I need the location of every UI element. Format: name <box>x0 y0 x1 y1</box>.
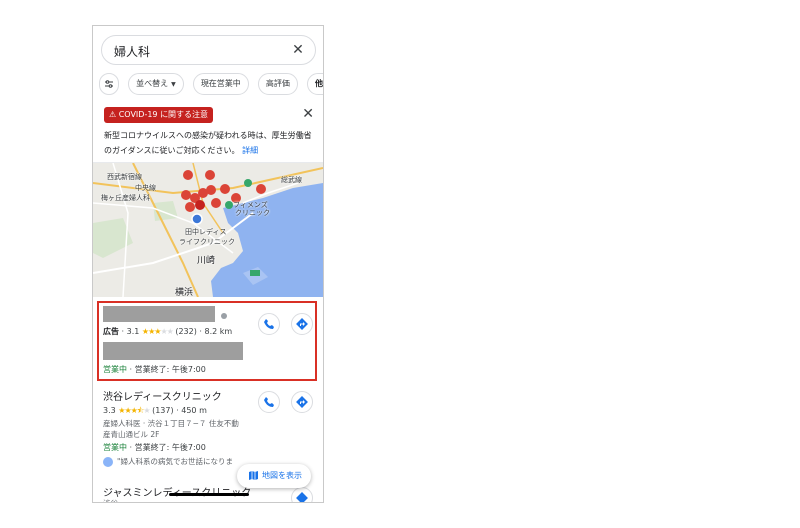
ad-rating-row: 広告 · 3.1 ★★★★★ (232) · 8.2 km <box>103 327 233 336</box>
directions-button[interactable] <box>291 487 313 502</box>
directions-button[interactable] <box>291 313 313 335</box>
map-label: ライフクリニック <box>179 238 235 246</box>
review-snippet: "婦人科系の病気でお世話になりま <box>103 456 233 467</box>
chip-sort-label: 並べ替え <box>136 79 169 88</box>
search-input[interactable] <box>114 41 284 61</box>
warning-icon: ⚠ <box>109 110 117 119</box>
close-time: 営業終了: 午後7:00 <box>134 443 206 452</box>
hours-status: 営業中 · 営業終了: 午後7:00 <box>103 365 206 374</box>
map-view[interactable]: 西武新宿線 中央線 梅ヶ丘産婦人科 田中レディス ライフクリニック 川崎 横浜 … <box>93 163 323 297</box>
map-label: 横浜 <box>175 288 194 297</box>
directions-button[interactable] <box>291 391 313 413</box>
show-map-label: 地図を表示 <box>262 471 302 480</box>
info-icon[interactable] <box>221 313 227 319</box>
map-label: 中央線 <box>135 184 156 192</box>
covid-badge: ⚠ COVID-19 に関する注意 <box>104 107 214 123</box>
review-count: (137) <box>152 406 174 415</box>
distance: 8.2 km <box>204 327 233 336</box>
map-label: クリニック <box>235 209 270 217</box>
sliders-icon <box>105 79 113 88</box>
star-rating: ★★★⯪★ <box>118 406 150 415</box>
chip-open-now[interactable]: 現在営業中 <box>192 73 249 95</box>
result-title[interactable]: 渋谷レディースクリニック <box>103 388 222 403</box>
avatar <box>103 457 113 467</box>
result-title[interactable]: ジャスミンレディースクリニック <box>103 484 251 499</box>
review-count: (232) <box>175 327 197 336</box>
hours-status: 営業中 · 営業終了: 午後7:00 <box>103 443 206 452</box>
chip-sort[interactable]: 並べ替え ▼ <box>128 73 184 95</box>
search-bar: ✕ <box>101 35 316 65</box>
chip-top-rated[interactable]: 高評価 <box>257 73 298 95</box>
chevron-down-icon: ▼ <box>171 81 176 88</box>
chip-more-filters[interactable]: 他のフィ <box>307 73 323 95</box>
covid-notice: ⚠ COVID-19 に関する注意 ✕ 新型コロナウイルスへの感染が疑われる時は… <box>93 102 323 163</box>
notice-detail-link[interactable]: 詳細 <box>242 146 258 155</box>
notice-text: 新型コロナウイルスへの感染が疑われる時は、厚生労働省のガイダンスに従いご対応くだ… <box>104 128 316 158</box>
distance: 450 m <box>181 406 207 415</box>
map-label: 川崎 <box>197 256 216 266</box>
map-label: 梅ヶ丘産婦人科 <box>101 194 150 202</box>
close-icon[interactable]: ✕ <box>302 106 314 122</box>
directions-icon <box>296 396 308 408</box>
ad-label: 広告 <box>103 327 119 336</box>
phone-icon <box>264 319 274 329</box>
map-label: 西武新宿線 <box>107 173 142 181</box>
phone-screen: ✕ 並べ替え▼ 現在営業中 高評価 他のフィ ⚠ COVID-19 に関する注意… <box>92 25 324 503</box>
address-line: 渋谷 <box>103 498 118 502</box>
redacted-name <box>103 306 215 322</box>
show-map-button[interactable]: 地図を表示 <box>237 464 311 488</box>
covid-badge-label: COVID-19 に関する注意 <box>118 110 209 119</box>
map-label: 総武線 <box>281 176 302 184</box>
map-icon <box>249 471 258 480</box>
open-status: 営業中 <box>103 365 127 374</box>
address-line: 産青山通ビル 2F <box>103 430 160 439</box>
open-status: 営業中 <box>103 443 127 452</box>
sponsored-result[interactable]: 広告 · 3.1 ★★★★★ (232) · 8.2 km 営業中 · 営業終了… <box>93 300 323 381</box>
rating-row: 3.3 ★★★⯪★ (137) · 450 m <box>103 406 207 415</box>
home-indicator <box>169 493 249 496</box>
filter-chips: 並べ替え▼ 現在営業中 高評価 他のフィ <box>99 73 323 95</box>
call-button[interactable] <box>258 313 280 335</box>
notice-body: 新型コロナウイルスへの感染が疑われる時は、厚生労働省のガイダンスに従いご対応くだ… <box>104 131 312 155</box>
call-button[interactable] <box>258 391 280 413</box>
rating-value: 3.1 <box>126 327 140 336</box>
filter-settings-button[interactable] <box>99 73 119 95</box>
rating-value: 3.3 <box>103 406 116 415</box>
directions-icon <box>296 318 308 330</box>
directions-icon <box>296 492 308 502</box>
redacted-address <box>103 342 243 360</box>
clear-search-icon[interactable]: ✕ <box>290 42 306 58</box>
result-card[interactable]: 渋谷レディースクリニック 3.3 ★★★⯪★ (137) · 450 m 産婦人… <box>93 384 323 467</box>
address-line: 産婦人科医 · 渋谷１丁目７−７ 住友不動 <box>103 419 239 428</box>
close-time: 営業終了: 午後7:00 <box>134 365 206 374</box>
review-text: "婦人科系の病気でお世話になりま <box>117 457 233 466</box>
star-rating: ★★★★★ <box>141 327 174 336</box>
map-label: 田中レディス <box>185 228 227 236</box>
phone-icon <box>264 397 274 407</box>
